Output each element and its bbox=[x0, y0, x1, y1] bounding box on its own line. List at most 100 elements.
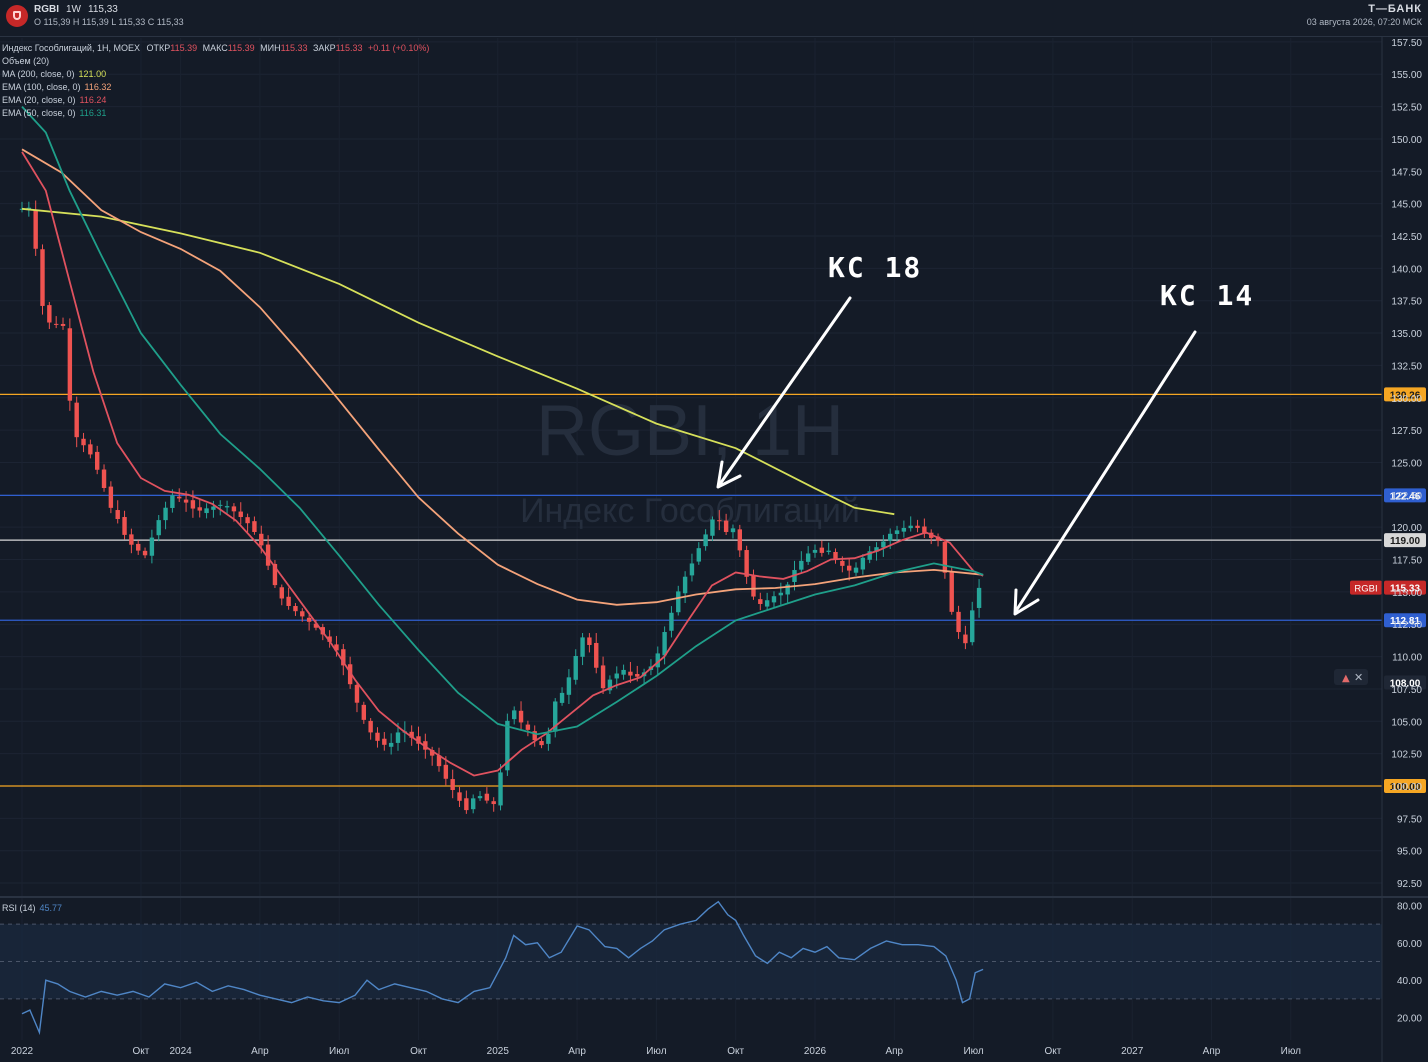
x-tick-label: Июл bbox=[963, 1046, 983, 1057]
candle-body bbox=[826, 550, 831, 552]
candle-body bbox=[443, 764, 449, 779]
candle-body bbox=[368, 720, 373, 733]
candle-body bbox=[142, 550, 148, 556]
candle-body bbox=[450, 779, 455, 791]
candle-body bbox=[33, 209, 38, 249]
candle-body bbox=[758, 599, 763, 604]
candle-body bbox=[286, 596, 291, 606]
legend-ma200[interactable]: MA (200, close, 0) 121.00 bbox=[2, 69, 106, 79]
candle-body bbox=[259, 533, 264, 546]
candle-body bbox=[361, 704, 367, 720]
candle-body bbox=[293, 606, 298, 612]
candle-body bbox=[703, 534, 708, 547]
candle-body bbox=[662, 632, 667, 656]
close-icon[interactable]: ✕ bbox=[1354, 671, 1363, 684]
legend-ema50[interactable]: EMA (50, close, 0) 116.31 bbox=[2, 108, 106, 118]
legend-ema20-value: 116.24 bbox=[79, 95, 107, 105]
candle-body bbox=[81, 438, 86, 446]
y-tick-label: 105.00 bbox=[1391, 717, 1422, 728]
legend-low-label: МИН bbox=[260, 43, 281, 53]
y-tick-label: 100.00 bbox=[1391, 782, 1422, 793]
y-tick-label: 102.50 bbox=[1391, 750, 1422, 761]
x-tick-label: 2024 bbox=[169, 1046, 192, 1057]
candle-body bbox=[915, 525, 920, 528]
candle-body bbox=[300, 611, 305, 617]
y-tick-label: 115.00 bbox=[1392, 588, 1422, 599]
legend-close: 115.33 bbox=[335, 43, 363, 53]
candle-body bbox=[881, 541, 886, 548]
x-tick-label: Апр bbox=[885, 1046, 903, 1057]
candle-body bbox=[279, 587, 284, 599]
candle-body bbox=[47, 305, 52, 323]
candle-body bbox=[710, 519, 715, 536]
candle-body bbox=[812, 549, 818, 553]
series-ema100[interactable] bbox=[21, 148, 984, 606]
y-tick-label: 152.50 bbox=[1391, 103, 1422, 114]
y-tick-label: 130.00 bbox=[1391, 394, 1422, 405]
candle-body bbox=[805, 553, 811, 562]
legend-high-label: МАКС bbox=[202, 43, 228, 53]
y-tick-label: 120.00 bbox=[1391, 523, 1422, 534]
y-tick-label: 132.50 bbox=[1391, 361, 1422, 372]
alert-bell-icon[interactable]: ▲ bbox=[1342, 673, 1350, 684]
candle-body bbox=[717, 520, 722, 522]
candle-body bbox=[183, 499, 189, 503]
y-tick-label: 137.50 bbox=[1391, 297, 1422, 308]
x-tick-label: Апр bbox=[568, 1046, 586, 1057]
candle-body bbox=[853, 567, 859, 573]
candle-body bbox=[894, 530, 900, 534]
candle-body bbox=[163, 507, 168, 521]
candle-body bbox=[491, 801, 496, 805]
candle-body bbox=[949, 571, 954, 612]
candle-body bbox=[669, 612, 674, 631]
candle-body bbox=[751, 575, 756, 597]
candle-body bbox=[614, 673, 619, 679]
alert-controls[interactable]: ▲ ✕ bbox=[1334, 669, 1368, 685]
candle-body bbox=[901, 527, 907, 532]
legend-ema100[interactable]: EMA (100, close, 0) 116.32 bbox=[2, 82, 111, 92]
y-tick-label: 122.50 bbox=[1391, 491, 1422, 502]
legend-ema100-value: 116.32 bbox=[84, 82, 112, 92]
candle-body bbox=[231, 506, 237, 512]
candle-body bbox=[600, 665, 606, 689]
y-tick-label: 95.00 bbox=[1397, 847, 1422, 858]
legend-ma200-label: MA (200, close, 0) bbox=[2, 69, 75, 79]
candle-body bbox=[621, 669, 626, 675]
level-badge-label: 119.00 bbox=[1390, 536, 1420, 547]
legend-low: 115.33 bbox=[280, 43, 308, 53]
chart-canvas[interactable]: RGBI, 1Н Индекс Гособлигаций 130.26122.4… bbox=[0, 0, 1428, 1062]
candle-body bbox=[580, 637, 585, 657]
legend-open-label: ОТКР bbox=[146, 43, 171, 53]
candle-body bbox=[628, 671, 633, 676]
x-tick-label: Апр bbox=[251, 1046, 269, 1057]
candle-body bbox=[744, 550, 749, 577]
candle-body bbox=[573, 655, 578, 680]
y-tick-label: 97.50 bbox=[1397, 814, 1422, 825]
candle-body bbox=[388, 742, 394, 747]
candle-body bbox=[94, 451, 100, 470]
candle-body bbox=[136, 543, 141, 551]
annotation-ks18: КС 18 bbox=[828, 251, 922, 284]
candle-body bbox=[539, 741, 544, 746]
y-tick-label: 142.50 bbox=[1391, 232, 1422, 243]
candle-body bbox=[525, 724, 531, 730]
candle-body bbox=[238, 511, 243, 518]
legend-rsi[interactable]: RSI (14) 45.77 bbox=[2, 903, 62, 913]
y-tick-label: 127.50 bbox=[1391, 426, 1422, 437]
legend-volume[interactable]: Объем (20) bbox=[2, 56, 49, 66]
y-tick-label: 92.50 bbox=[1397, 879, 1422, 890]
candle-body bbox=[156, 520, 161, 536]
x-tick-label: 2025 bbox=[487, 1046, 510, 1057]
legend-ema50-label: EMA (50, close, 0) bbox=[2, 108, 76, 118]
legend-rsi-label: RSI (14) bbox=[2, 903, 36, 913]
candle-body bbox=[682, 576, 688, 594]
candle-body bbox=[101, 469, 107, 489]
candle-body bbox=[833, 551, 838, 559]
legend-ema20[interactable]: EMA (20, close, 0) 116.24 bbox=[2, 95, 106, 105]
y-tick-label: 157.50 bbox=[1391, 38, 1422, 49]
y-tick-label: 155.00 bbox=[1391, 70, 1422, 81]
candle-body bbox=[484, 793, 490, 801]
candle-body bbox=[976, 587, 982, 608]
candle-body bbox=[498, 772, 503, 806]
arrow-ks14 bbox=[1014, 330, 1197, 613]
